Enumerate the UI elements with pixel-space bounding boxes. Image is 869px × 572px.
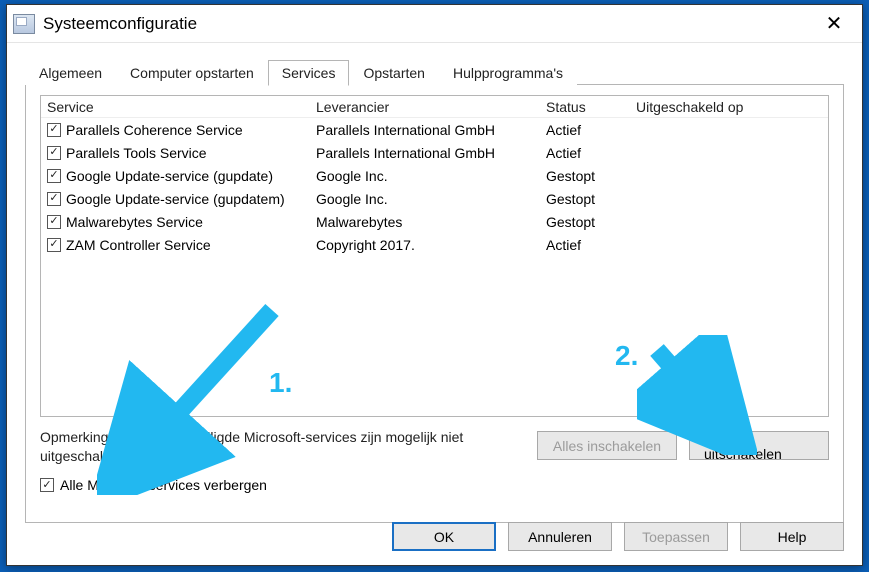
service-vendor: Google Inc. xyxy=(316,168,546,184)
msconfig-icon xyxy=(13,14,35,34)
service-checkbox[interactable] xyxy=(47,215,61,229)
dialog-buttons: OK Annuleren Toepassen Help xyxy=(392,522,844,551)
service-vendor: Parallels International GmbH xyxy=(316,122,546,138)
service-status: Actief xyxy=(546,145,636,161)
note-line1: Opmerking: sommige beveiligde Microsoft-… xyxy=(40,429,463,445)
list-header: Service Leverancier Status Uitgeschakeld… xyxy=(41,96,828,118)
service-row[interactable]: Parallels Coherence Service Parallels Int… xyxy=(41,118,828,141)
service-row[interactable]: Malwarebytes Service MalwarebytesGestopt xyxy=(41,210,828,233)
close-icon: ✕ xyxy=(826,11,843,36)
col-service[interactable]: Service xyxy=(41,99,316,115)
cancel-button[interactable]: Annuleren xyxy=(508,522,612,551)
hide-ms-checkbox-row[interactable]: Alle Microsoft-services verbergen xyxy=(40,477,267,493)
service-row[interactable]: Google Update-service (gupdatem) Google I… xyxy=(41,187,828,210)
col-disabled-on[interactable]: Uitgeschakeld op xyxy=(636,99,828,115)
service-name: Google Update-service (gupdatem) xyxy=(66,191,285,207)
col-vendor[interactable]: Leverancier xyxy=(316,99,546,115)
service-vendor: Parallels International GmbH xyxy=(316,145,546,161)
service-checkbox[interactable] xyxy=(47,169,61,183)
hide-ms-label: Alle Microsoft-services verbergen xyxy=(60,477,267,493)
list-body: Parallels Coherence Service Parallels Int… xyxy=(41,118,828,256)
service-name: Malwarebytes Service xyxy=(66,214,203,230)
service-row[interactable]: ZAM Controller Service Copyright 2017.Act… xyxy=(41,233,828,256)
enable-disable-row: Alles inschakelen Alles uitschakelen xyxy=(537,431,829,460)
service-status: Gestopt xyxy=(546,168,636,184)
tab-general[interactable]: Algemeen xyxy=(25,60,116,86)
col-status[interactable]: Status xyxy=(546,99,636,115)
tab-tools[interactable]: Hulpprogramma's xyxy=(439,60,577,86)
disable-all-button[interactable]: Alles uitschakelen xyxy=(689,431,829,460)
services-panel: Service Leverancier Status Uitgeschakeld… xyxy=(25,85,844,523)
service-vendor: Malwarebytes xyxy=(316,214,546,230)
tab-boot[interactable]: Computer opstarten xyxy=(116,60,268,86)
services-list[interactable]: Service Leverancier Status Uitgeschakeld… xyxy=(40,95,829,417)
service-vendor: Copyright 2017. xyxy=(316,237,546,253)
apply-button[interactable]: Toepassen xyxy=(624,522,728,551)
service-status: Gestopt xyxy=(546,214,636,230)
msconfig-window: Systeemconfiguratie ✕ Algemeen Computer … xyxy=(6,4,863,566)
tab-strip: Algemeen Computer opstarten Services Ops… xyxy=(25,57,844,85)
service-status: Gestopt xyxy=(546,191,636,207)
window-title: Systeemconfiguratie xyxy=(43,14,814,34)
service-status: Actief xyxy=(546,237,636,253)
service-checkbox[interactable] xyxy=(47,192,61,206)
service-name: Parallels Coherence Service xyxy=(66,122,243,138)
note-line2: uitgeschakeld. xyxy=(40,448,130,464)
service-checkbox[interactable] xyxy=(47,123,61,137)
service-vendor: Google Inc. xyxy=(316,191,546,207)
help-button[interactable]: Help xyxy=(740,522,844,551)
service-name: ZAM Controller Service xyxy=(66,237,211,253)
close-button[interactable]: ✕ xyxy=(814,9,854,39)
service-name: Google Update-service (gupdate) xyxy=(66,168,273,184)
content-area: Algemeen Computer opstarten Services Ops… xyxy=(7,43,862,523)
service-row[interactable]: Parallels Tools Service Parallels Interna… xyxy=(41,141,828,164)
hide-ms-checkbox[interactable] xyxy=(40,478,54,492)
service-checkbox[interactable] xyxy=(47,146,61,160)
service-row[interactable]: Google Update-service (gupdate) Google In… xyxy=(41,164,828,187)
enable-all-button[interactable]: Alles inschakelen xyxy=(537,431,677,460)
ok-button[interactable]: OK xyxy=(392,522,496,551)
service-status: Actief xyxy=(546,122,636,138)
service-checkbox[interactable] xyxy=(47,238,61,252)
service-name: Parallels Tools Service xyxy=(66,145,207,161)
note-text: Opmerking: sommige beveiligde Microsoft-… xyxy=(40,428,560,466)
tab-services[interactable]: Services xyxy=(268,60,350,86)
titlebar: Systeemconfiguratie ✕ xyxy=(7,5,862,43)
tab-startup[interactable]: Opstarten xyxy=(349,60,438,86)
